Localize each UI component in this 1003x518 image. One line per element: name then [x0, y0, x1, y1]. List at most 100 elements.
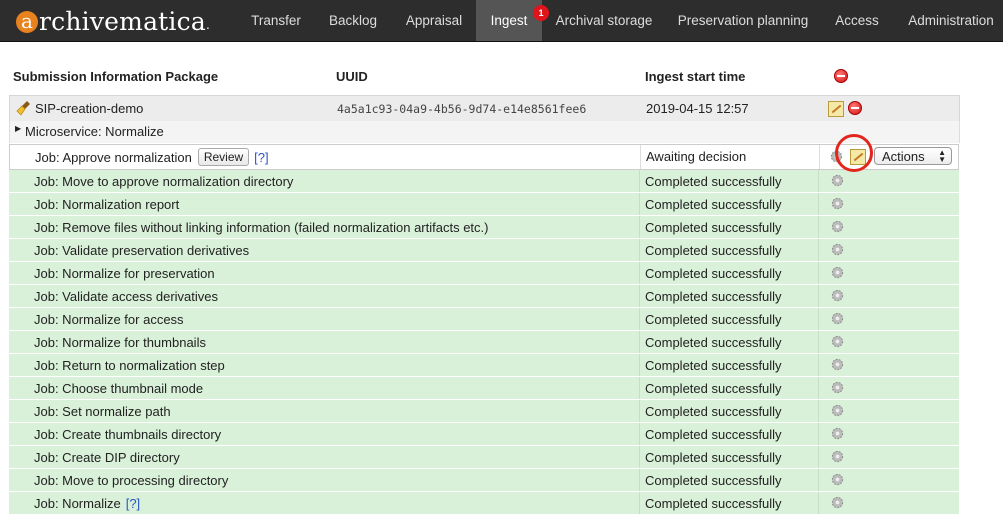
- microservice-row[interactable]: ▶ Microservice: Normalize: [9, 121, 960, 143]
- job-status: Awaiting decision: [646, 149, 747, 164]
- job-row: Job: Normalize for access Completed succe…: [9, 308, 959, 331]
- job-row: Job: Create DIP directory Completed succe…: [9, 446, 959, 469]
- sip-start-time: 2019-04-15 12:57: [646, 101, 749, 116]
- job-name: Job: Validate access derivatives: [34, 289, 218, 304]
- job-status: Completed successfully: [645, 496, 782, 511]
- gear-icon[interactable]: [830, 288, 845, 303]
- gear-icon[interactable]: [830, 334, 845, 349]
- job-name-text: Job: Choose thumbnail mode: [34, 381, 204, 396]
- job-name: Job: Choose thumbnail mode: [34, 381, 203, 396]
- job-name: Job: Normalize for access: [34, 312, 184, 327]
- review-button[interactable]: Review: [197, 148, 250, 166]
- help-link[interactable]: [?]: [126, 496, 140, 511]
- job-row: Job: Normalization report Completed succe…: [9, 193, 959, 216]
- job-status: Completed successfully: [645, 312, 782, 327]
- job-name-text: Job: Normalize for thumbnails: [34, 335, 206, 350]
- gear-icon[interactable]: [830, 426, 845, 441]
- job-row: Job: Normalize for thumbnails Completed s…: [9, 331, 959, 354]
- sip-row[interactable]: SIP-creation-demo 4a5a1c93-04a9-4b56-9d7…: [9, 95, 960, 122]
- job-name-text: Job: Move to processing directory: [34, 473, 229, 488]
- job-row-pending: Job: Approve normalization Review [?] Awai…: [9, 144, 959, 170]
- job-status: Completed successfully: [645, 289, 782, 304]
- job-name: Job: Create thumbnails directory: [34, 427, 221, 442]
- job-status: Completed successfully: [645, 243, 782, 258]
- job-status: Completed successfully: [645, 174, 782, 189]
- nav-administration[interactable]: Administration: [902, 0, 1000, 41]
- job-name: Job: Normalization report: [34, 197, 179, 212]
- job-name-text: Job: Normalize for access: [34, 312, 184, 327]
- edit-metadata-icon[interactable]: [828, 101, 844, 117]
- ingest-notification-badge: 1: [533, 5, 549, 21]
- sip-uuid: 4a5a1c93-04a9-4b56-9d74-e14e8561fee6: [337, 102, 587, 116]
- gear-icon[interactable]: [830, 219, 845, 234]
- job-status: Completed successfully: [645, 450, 782, 465]
- job-row: Job: Create thumbnails directory Complete…: [9, 423, 959, 446]
- job-row: Job: Validate access derivatives Complete…: [9, 285, 959, 308]
- job-row: Job: Remove files without linking inform…: [9, 216, 959, 239]
- remove-all-icon[interactable]: [834, 69, 848, 83]
- start-time-column-header: Ingest start time: [645, 69, 746, 84]
- remove-sip-icon[interactable]: [848, 101, 862, 115]
- highlight-circle: [835, 134, 873, 172]
- job-status: Completed successfully: [645, 427, 782, 442]
- job-name-text: Job: Validate access derivatives: [34, 289, 219, 304]
- nav-preservation-planning[interactable]: Preservation planning: [672, 0, 814, 41]
- job-status: Completed successfully: [645, 266, 782, 281]
- gear-icon[interactable]: [830, 472, 845, 487]
- job-name: Job: Remove files without linking inform…: [34, 220, 488, 235]
- select-arrows-icon: ▲ ▼: [938, 148, 946, 164]
- gear-icon[interactable]: [830, 242, 845, 257]
- gear-icon[interactable]: [830, 380, 845, 395]
- job-name-text: Job: Create thumbnails directory: [34, 427, 222, 442]
- gear-icon[interactable]: [830, 265, 845, 280]
- gear-icon[interactable]: [830, 196, 845, 211]
- nav-archival-storage[interactable]: Archival storage: [550, 0, 658, 41]
- job-name: Job: Set normalize path: [34, 404, 171, 419]
- nav-transfer[interactable]: Transfer: [244, 0, 308, 41]
- job-row: Job: Move to processing directory Complet…: [9, 469, 959, 492]
- job-name: Job: Return to normalization step: [34, 358, 225, 373]
- expand-triangle-icon[interactable]: ▶: [15, 124, 21, 133]
- job-row: Job: Return to normalization step Complet…: [9, 354, 959, 377]
- job-name-text: Job: Return to normalization step: [34, 358, 225, 373]
- job-name: Job: Create DIP directory: [34, 450, 180, 465]
- job-status: Completed successfully: [645, 220, 782, 235]
- job-name-text: Job: Normalize: [34, 496, 121, 511]
- gear-icon[interactable]: [830, 311, 845, 326]
- sip-name: SIP-creation-demo: [35, 101, 144, 116]
- job-row: Job: Normalize for preservation Completed…: [9, 262, 959, 285]
- microservice-name: Microservice: Normalize: [25, 124, 164, 139]
- job-name-text: Job: Set normalize path: [34, 404, 171, 419]
- gear-icon[interactable]: [830, 403, 845, 418]
- gear-icon[interactable]: [830, 173, 845, 188]
- nav-appraisal[interactable]: Appraisal: [396, 0, 472, 41]
- job-name: Job: Normalize for preservation: [34, 266, 215, 281]
- job-status: Completed successfully: [645, 404, 782, 419]
- logo-initial: a: [16, 11, 38, 33]
- job-name: Job: Approve normalization Review [?]: [35, 148, 269, 167]
- uuid-column-header: UUID: [336, 69, 368, 84]
- nav-backlog[interactable]: Backlog: [320, 0, 386, 41]
- job-row: Job: Normalize [?] Completed successfully: [9, 492, 959, 515]
- job-status: Completed successfully: [645, 335, 782, 350]
- logo-text: rchivematica: [39, 6, 206, 36]
- top-nav: a rchivematica. Transfer Backlog Appraisa…: [0, 0, 1003, 42]
- job-row: Job: Move to approve normalization direc…: [9, 170, 959, 193]
- actions-label: Actions: [882, 149, 925, 164]
- nav-ingest[interactable]: Ingest: [476, 0, 542, 41]
- gear-icon[interactable]: [830, 357, 845, 372]
- job-name-text: Job: Move to approve normalization direc…: [34, 174, 294, 189]
- actions-dropdown[interactable]: Actions ▲ ▼: [874, 147, 952, 165]
- jobs-list: Job: Approve normalization Review [?] Awai…: [9, 144, 959, 515]
- gear-icon[interactable]: [830, 495, 845, 510]
- job-status: Completed successfully: [645, 381, 782, 396]
- archivematica-logo[interactable]: a rchivematica.: [16, 4, 210, 38]
- help-link[interactable]: [?]: [254, 150, 268, 165]
- job-name-text: Job: Normalize for preservation: [34, 266, 215, 281]
- job-status: Completed successfully: [645, 197, 782, 212]
- broom-icon: [16, 101, 30, 116]
- gear-icon[interactable]: [830, 449, 845, 464]
- nav-access[interactable]: Access: [828, 0, 886, 41]
- job-status: Completed successfully: [645, 358, 782, 373]
- job-row: Job: Validate preservation derivatives Co…: [9, 239, 959, 262]
